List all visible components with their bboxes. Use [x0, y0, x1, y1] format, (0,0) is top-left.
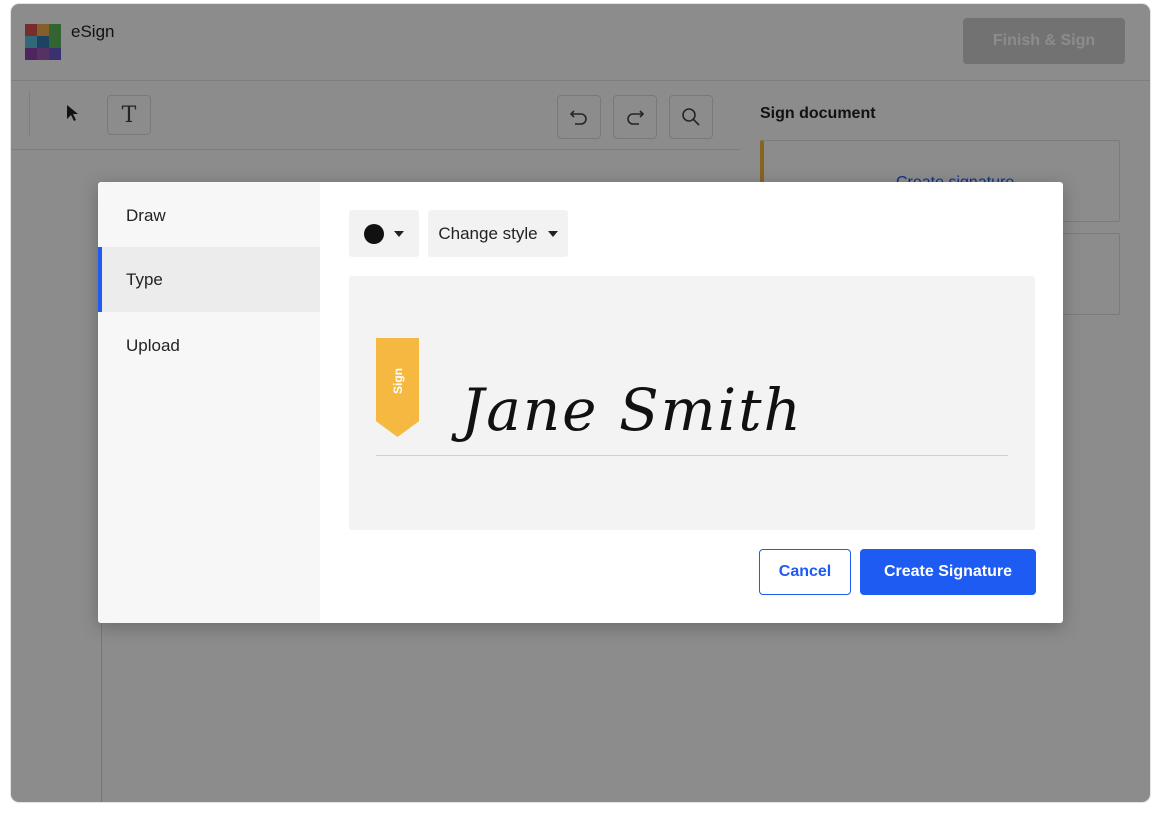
signature-modal: Draw Type Upload Change style Sign Jane … [98, 182, 1063, 623]
chevron-down-icon [547, 230, 558, 237]
tab-draw[interactable]: Draw [98, 184, 320, 248]
typed-signature: Jane Smith [461, 376, 803, 444]
sign-flag-icon: Sign [376, 338, 419, 437]
chevron-down-icon [394, 230, 404, 237]
change-style-label: Change style [438, 223, 538, 243]
color-picker-button[interactable] [349, 210, 419, 257]
create-signature-button[interactable]: Create Signature [860, 549, 1036, 595]
sign-flag-label: Sign [390, 367, 405, 394]
change-style-button[interactable]: Change style [428, 210, 568, 257]
tab-type[interactable]: Type [98, 247, 320, 312]
signature-baseline [376, 455, 1008, 456]
color-swatch [364, 223, 384, 244]
signature-method-nav: Draw Type Upload [98, 182, 320, 623]
tab-upload[interactable]: Upload [98, 313, 320, 378]
signature-input-area[interactable]: Sign Jane Smith [349, 276, 1035, 530]
cancel-button[interactable]: Cancel [759, 549, 851, 595]
